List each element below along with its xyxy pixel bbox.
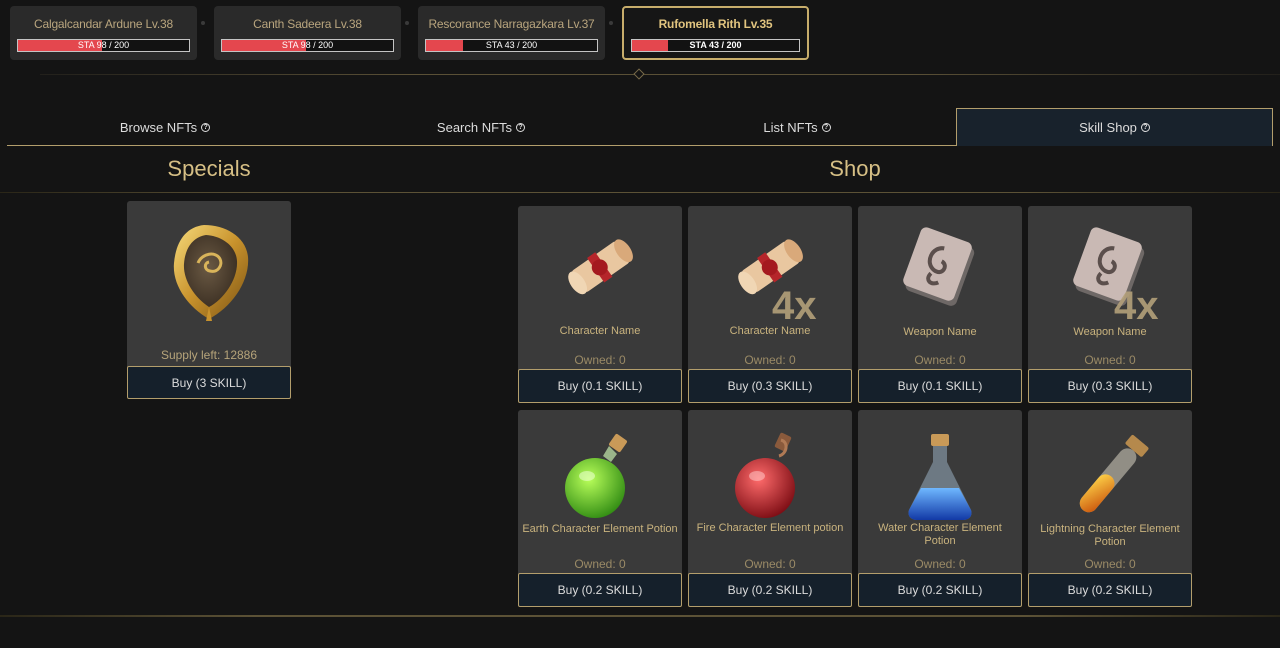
stamina-text: STA 98 / 200 [281,40,334,50]
scroll-icon [688,216,852,326]
character-name: Rufomella Rith Lv.35 [658,17,773,31]
item-owned: Owned: 0 [574,557,626,571]
supply-left: Supply left: 12886 [160,348,258,362]
shop-item-water-potion: Water Character Element Potion Owned: 0 … [858,410,1022,607]
question-circle-icon[interactable]: ? [821,122,831,132]
item-name: Character Name [559,325,641,337]
shop-title: Shop [829,156,881,181]
item-owned: Owned: 0 [914,353,966,367]
item-owned: Owned: 0 [1084,353,1136,367]
question-circle-icon[interactable]: ? [1140,123,1150,132]
item-name: Earth Character Element Potion [522,523,678,535]
separator-dot [201,21,205,25]
divider-diamond-ornament [633,68,645,80]
stamina-bar: STA 43 / 200 [425,39,598,52]
stamina-text: STA 98 / 200 [77,40,130,50]
character-name: Canth Sadeera Lv.38 [253,17,362,31]
character-bar: Calgalcandar Ardune Lv.38 STA 98 / 200 C… [0,0,1280,82]
tab-label: List NFTs [763,119,818,135]
buy-special-button[interactable]: Buy (3 SKILL) [127,366,291,399]
item-name: Fire Character Element potion [696,522,844,534]
special-item-card: Supply left: 12886 Buy (3 SKILL) [127,201,291,399]
golden-shield-icon [127,215,291,325]
multiplier-label: 4x [772,284,817,328]
buy-button[interactable]: Buy (0.2 SKILL) [518,573,682,607]
stamina-text: STA 43 / 200 [689,40,742,50]
multiplier-label: 4x [1114,284,1159,328]
item-name: Character Name [729,325,811,337]
buy-button[interactable]: Buy (0.2 SKILL) [1028,573,1192,607]
tab-label: Browse NFTs [119,119,198,135]
stamina-text: STA 43 / 200 [485,40,538,50]
item-name: Lightning Character Element Potion [1040,523,1180,548]
tab-label: Skill Shop [1079,120,1137,135]
shop-item-fire-potion: Fire Character Element potion Owned: 0 B… [688,410,852,607]
question-circle-icon[interactable]: ? [516,122,526,132]
item-owned: Owned: 0 [574,353,626,367]
scroll-icon [518,216,682,326]
shop-item-weapon-name: Weapon Name Owned: 0 Buy (0.1 SKILL) [858,206,1022,403]
tab-browse-nfts[interactable]: Browse NFTs ? [7,108,323,146]
specials-title: Specials [167,156,251,181]
tab-label: Search NFTs [436,119,513,135]
footer-divider [0,615,1280,617]
item-owned: Owned: 0 [914,557,966,571]
header-divider [40,74,1280,75]
item-owned: Owned: 0 [744,353,796,367]
buy-button[interactable]: Buy (0.1 SKILL) [858,369,1022,403]
shop-item-character-name: Character Name Owned: 0 Buy (0.1 SKILL) [518,206,682,403]
tab-list-nfts[interactable]: List NFTs ? [639,108,955,146]
stone-tablet-icon [858,216,1022,326]
separator-dot [405,21,409,25]
character-card-1[interactable]: Calgalcandar Ardune Lv.38 STA 98 / 200 [10,6,197,60]
item-name: Weapon Name [1073,326,1147,338]
shop-item-lightning-potion: Lightning Character Element Potion Owned… [1028,410,1192,607]
character-name: Rescorance Narragazkara Lv.37 [428,17,595,31]
item-name: Weapon Name [903,326,977,338]
item-owned: Owned: 0 [1084,557,1136,571]
buy-button[interactable]: Buy (0.3 SKILL) [688,369,852,403]
buy-button[interactable]: Buy (0.2 SKILL) [858,573,1022,607]
tab-search-nfts[interactable]: Search NFTs ? [323,108,639,146]
item-owned: Owned: 0 [744,557,796,571]
shop-item-character-name-4x: 4x Character Name Owned: 0 Buy (0.3 SKIL… [688,206,852,403]
shop-item-earth-potion: Earth Character Element Potion Owned: 0 … [518,410,682,607]
stamina-bar: STA 98 / 200 [17,39,190,52]
character-card-3[interactable]: Rescorance Narragazkara Lv.37 STA 43 / 2… [418,6,605,60]
buy-button[interactable]: Buy (0.3 SKILL) [1028,369,1192,403]
shop-item-weapon-name-4x: 4x Weapon Name Owned: 0 Buy (0.3 SKILL) [1028,206,1192,403]
stamina-bar: STA 43 / 200 [631,39,800,52]
separator-dot [609,21,613,25]
item-name: Water Character Element Potion [878,522,1002,547]
section-divider [0,192,1280,193]
character-card-2[interactable]: Canth Sadeera Lv.38 STA 98 / 200 [214,6,401,60]
buy-button[interactable]: Buy (0.2 SKILL) [688,573,852,607]
stamina-bar: STA 98 / 200 [221,39,394,52]
character-card-4-selected[interactable]: Rufomella Rith Lv.35 STA 43 / 200 [622,6,809,60]
stone-tablet-icon [1028,216,1192,326]
market-tabs: Browse NFTs ? Search NFTs ? List NFTs ? … [7,108,1273,146]
question-circle-icon[interactable]: ? [201,122,211,132]
character-name: Calgalcandar Ardune Lv.38 [34,17,173,31]
tab-skill-shop[interactable]: Skill Shop ? [956,108,1273,146]
buy-button[interactable]: Buy (0.1 SKILL) [518,369,682,403]
